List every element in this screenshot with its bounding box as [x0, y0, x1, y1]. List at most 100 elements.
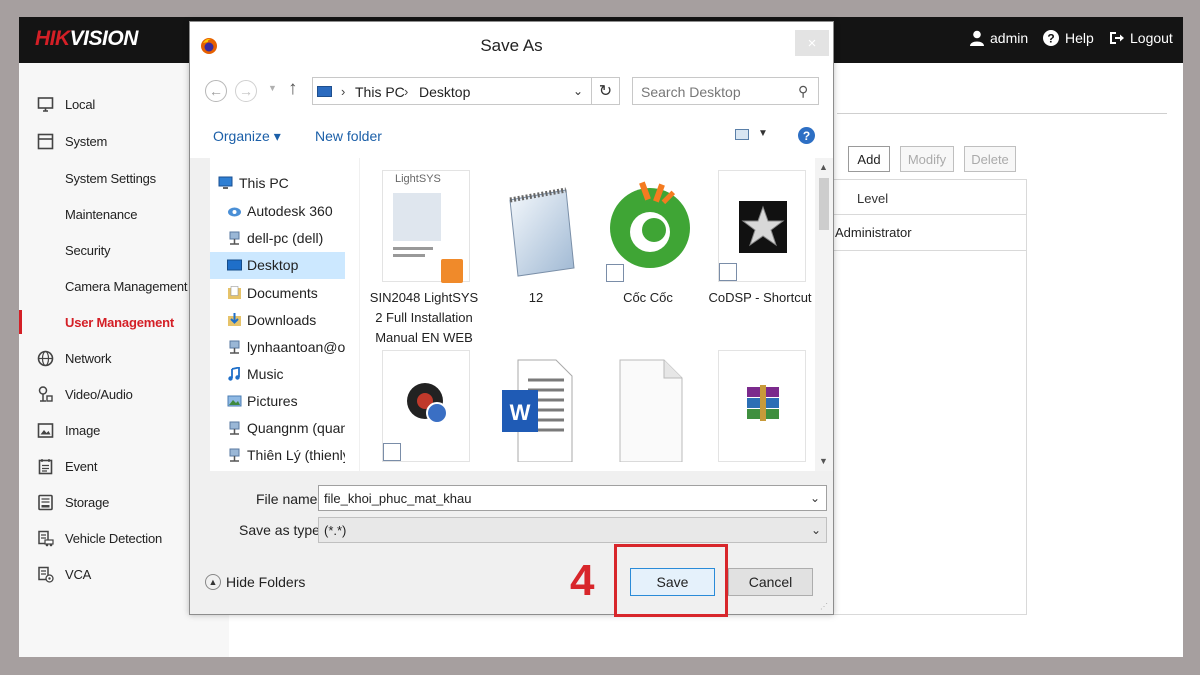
file-item[interactable]	[592, 340, 704, 470]
tree-item-thien-ly[interactable]: Thiên Lý (thienly)	[210, 442, 345, 469]
svg-text:?: ?	[1047, 32, 1054, 46]
help-icon[interactable]: ?	[798, 127, 815, 144]
scroll-up-icon[interactable]: ▲	[819, 162, 828, 172]
refresh-icon[interactable]: ↻	[591, 78, 619, 104]
tree-item-downloads[interactable]: Downloads	[210, 307, 345, 334]
address-dropdown-icon[interactable]: ⌄	[573, 84, 583, 98]
admin-link[interactable]: admin	[970, 30, 1028, 46]
tree-item-desktop[interactable]: Desktop	[210, 252, 345, 279]
file-name-dropdown-icon[interactable]: ⌄	[810, 491, 820, 505]
save-highlight-box	[614, 544, 728, 617]
help-label: Help	[1065, 30, 1094, 46]
tree-item-dell-pc[interactable]: dell-pc (dell)	[210, 225, 345, 252]
view-dropdown-icon[interactable]: ▼	[758, 128, 768, 139]
file-item[interactable]: LightSYS SIN2048 LightSYS 2 Full Install…	[368, 160, 480, 345]
scroll-down-icon[interactable]: ▼	[819, 456, 828, 466]
pc-icon	[218, 176, 233, 189]
file-name-label: Cốc Cốc	[623, 290, 673, 305]
desktop-icon	[227, 259, 242, 271]
star-app-icon	[718, 170, 806, 282]
media-app-icon	[382, 350, 470, 462]
documents-icon	[228, 286, 241, 299]
file-name-label: SIN2048 LightSYS 2 Full Installation Man…	[369, 290, 479, 345]
save-as-type-select[interactable]: (*.*) ⌄	[318, 517, 827, 543]
close-button[interactable]: ×	[795, 30, 829, 56]
logout-link[interactable]: Logout	[1109, 30, 1173, 46]
search-input[interactable]: Search Desktop ⚲	[632, 77, 819, 105]
file-list-pane: LightSYS SIN2048 LightSYS 2 Full Install…	[360, 158, 833, 471]
chevron-up-icon: ▲	[205, 574, 221, 590]
file-item[interactable]	[704, 340, 816, 470]
dialog-title-bar[interactable]: Save As ×	[190, 22, 833, 68]
tree-item-this-pc[interactable]: This PC	[210, 170, 345, 197]
add-user-button[interactable]: Add	[848, 146, 890, 172]
recent-locations-chevron-icon[interactable]: ▼	[268, 83, 277, 93]
file-item[interactable]: 12	[480, 160, 592, 338]
file-name-label: File name:	[256, 491, 322, 507]
tree-item-pictures[interactable]: Pictures	[210, 388, 345, 415]
file-list-scrollbar[interactable]: ▲ ▼	[815, 158, 833, 471]
shortcut-arrow-icon	[719, 263, 737, 281]
search-icon: ⚲	[798, 83, 809, 99]
resize-grip-icon[interactable]: ⋰	[820, 602, 828, 611]
hikvision-logo: HIKVISION	[35, 27, 138, 50]
tree-item-lynhaantoan[interactable]: lynhaantoan@oui	[210, 334, 345, 361]
tree-item-quangnm[interactable]: Quangnm (quang	[210, 415, 345, 442]
back-arrow-icon[interactable]: ←	[205, 80, 227, 102]
new-folder-button[interactable]: New folder	[315, 128, 382, 144]
save-as-dialog: Save As × ← → ▼ ↑ › This PC › Desktop ⌄ …	[189, 21, 834, 615]
svg-text:W: W	[510, 400, 531, 425]
pictures-icon	[227, 395, 242, 407]
organize-menu[interactable]: Organize ▾	[213, 128, 281, 145]
hide-folders-label: Hide Folders	[226, 574, 306, 590]
globe-icon	[37, 350, 54, 367]
shortcut-arrow-icon	[606, 264, 624, 282]
word-document-icon: W	[502, 359, 573, 462]
downloads-icon	[228, 313, 241, 326]
logout-icon	[1110, 32, 1124, 44]
cancel-button[interactable]: Cancel	[728, 568, 813, 596]
modify-user-button[interactable]: Modify	[900, 146, 954, 172]
table-row[interactable]: Administrator	[831, 215, 1027, 251]
file-name-input[interactable]	[318, 485, 827, 511]
tree-item-music[interactable]: Music	[210, 361, 345, 388]
help-link[interactable]: ? Help	[1043, 30, 1094, 46]
system-icon	[37, 133, 54, 150]
chevron-down-icon: ⌄	[811, 523, 822, 537]
content-divider	[837, 113, 1167, 114]
help-circle-icon: ?	[1043, 30, 1059, 46]
breadcrumb-desktop[interactable]: Desktop	[419, 84, 470, 100]
delete-user-button[interactable]: Delete	[964, 146, 1016, 172]
up-arrow-icon[interactable]: ↑	[288, 78, 298, 100]
command-bar: Organize ▾ New folder ▼ ?	[190, 116, 833, 158]
breadcrumb-this-pc[interactable]: This PC	[355, 84, 405, 100]
level-cell: Administrator	[835, 225, 912, 240]
vehicle-icon	[38, 530, 54, 547]
address-bar-row: ← → ▼ ↑ › This PC › Desktop ⌄ ↻ Search D…	[190, 68, 833, 116]
step-number-annotation: 4	[570, 556, 595, 605]
column-header-level: Level	[831, 179, 1027, 215]
search-placeholder: Search Desktop	[641, 84, 741, 100]
monitor-icon	[37, 97, 54, 112]
forward-arrow-icon[interactable]: →	[235, 80, 257, 102]
network-drive-icon	[229, 231, 240, 245]
notepad-icon	[509, 187, 575, 277]
navigation-pane: This PC Autodesk 360 dell-pc (dell) Desk…	[210, 158, 359, 471]
network-drive-icon	[229, 421, 240, 435]
file-item[interactable]: W	[480, 340, 592, 470]
breadcrumb-separator-icon: ›	[341, 84, 346, 99]
address-bar[interactable]: › This PC › Desktop ⌄ ↻	[312, 77, 620, 105]
file-item[interactable]: CoDSP - Shortcut	[704, 160, 816, 338]
logout-label: Logout	[1130, 30, 1173, 46]
winrar-archive-icon	[718, 350, 806, 462]
save-as-type-value: (*.*)	[324, 523, 347, 538]
dialog-title: Save As	[480, 36, 543, 55]
tree-item-autodesk-360[interactable]: Autodesk 360	[210, 198, 345, 225]
file-item[interactable]	[368, 340, 480, 470]
scrollbar-thumb[interactable]	[819, 178, 829, 230]
view-options-icon[interactable]	[735, 129, 749, 140]
tree-item-documents[interactable]: Documents	[210, 280, 345, 307]
file-item[interactable]: Cốc Cốc	[592, 160, 704, 338]
image-icon	[37, 423, 54, 438]
storage-icon	[38, 494, 53, 511]
